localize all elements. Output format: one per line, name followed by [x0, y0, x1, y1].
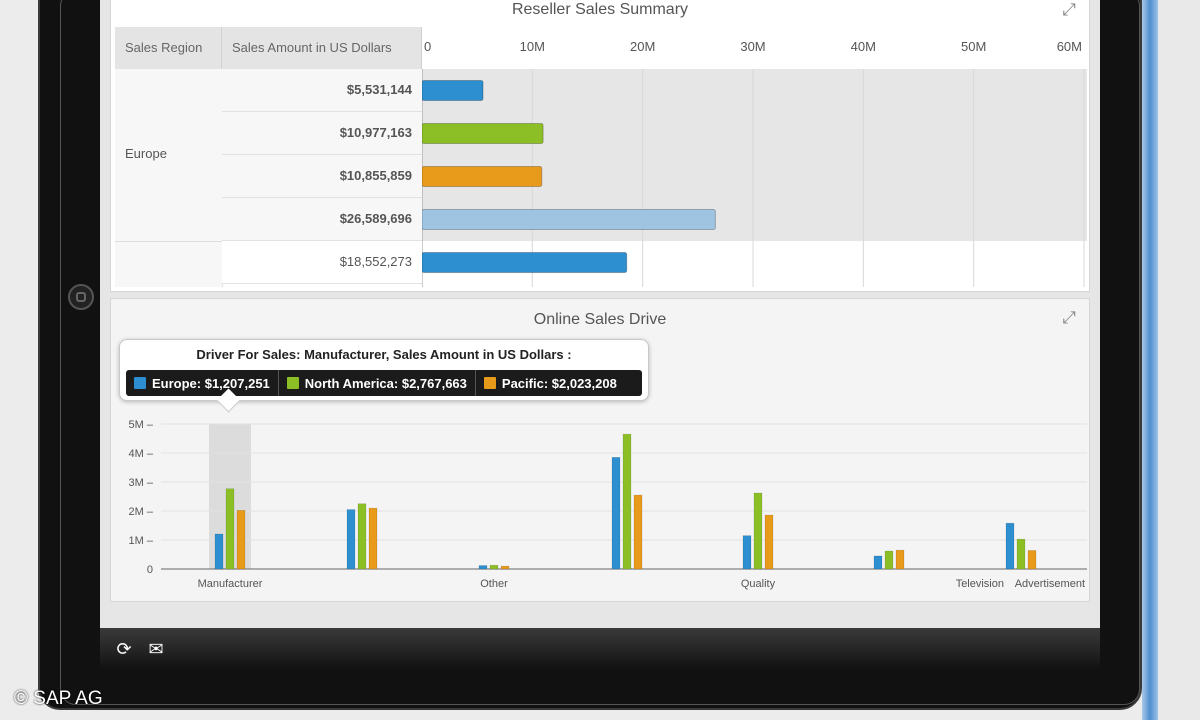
- bar: [895, 549, 905, 570]
- y-tick-label: 0: [147, 564, 153, 576]
- x-tick-label: 0: [424, 39, 431, 54]
- tooltip-values-bar: Europe: $1,207,251 North America: $2,767…: [126, 370, 642, 396]
- y-tick-label: 4M –: [129, 448, 154, 460]
- x-tick-label: 60M: [1057, 39, 1082, 54]
- bar: [500, 565, 510, 570]
- home-button[interactable]: [68, 284, 94, 310]
- mail-icon[interactable]: ✉: [144, 637, 168, 661]
- reseller-sales-panel: Reseller Sales Summary ⤢ Sales Region Sa…: [110, 0, 1090, 292]
- copyright-label: © SAP AG: [14, 688, 103, 709]
- amount-cell: $5,531,144: [222, 69, 422, 112]
- x-tick-label: 40M: [851, 39, 876, 54]
- x-tick-label: 10M: [520, 39, 545, 54]
- background-strip: [1154, 0, 1200, 720]
- x-tick-label: Television: [956, 578, 1004, 590]
- bar: [214, 533, 224, 570]
- bar: [368, 507, 378, 570]
- bar: [489, 564, 499, 570]
- bar: [346, 509, 356, 570]
- online-panel-title: Online Sales Drive: [533, 311, 667, 328]
- bar: [422, 80, 484, 101]
- bar: [622, 433, 632, 570]
- bar: [1016, 538, 1026, 570]
- tooltip-item-europe: Europe: $1,207,251: [126, 370, 279, 396]
- amount-cell: $10,977,163: [222, 112, 422, 155]
- expand-icon[interactable]: ⤢: [1059, 308, 1079, 328]
- bar: [764, 514, 774, 570]
- amount-cell: $18,552,273: [222, 241, 422, 284]
- bar: [225, 488, 235, 570]
- bar: [422, 209, 716, 230]
- header-sales-amount[interactable]: Sales Amount in US Dollars: [222, 27, 422, 69]
- tooltip-item-north-america: North America: $2,767,663: [279, 370, 476, 396]
- amount-column: $5,531,144 $10,977,163 $10,855,859 $26,5…: [222, 69, 422, 287]
- bar: [633, 494, 643, 570]
- bar: [357, 503, 367, 570]
- bar: [422, 166, 543, 187]
- region-column: Europe: [115, 69, 223, 287]
- bar: [478, 565, 488, 570]
- legend-swatch: [483, 377, 496, 389]
- legend-swatch: [134, 377, 146, 389]
- x-tick-label: Other: [480, 578, 508, 590]
- chart-tooltip: Driver For Sales: Manufacturer, Sales Am…: [119, 339, 649, 401]
- bar: [873, 555, 883, 570]
- x-tick-label: 30M: [740, 39, 765, 54]
- bar: [1005, 522, 1015, 570]
- app-screen: Reseller Sales Summary ⤢ Sales Region Sa…: [100, 0, 1100, 670]
- legend-swatch: [286, 377, 299, 389]
- x-tick-label: Manufacturer: [198, 578, 263, 590]
- region-europe-label: Europe: [125, 146, 167, 161]
- bar: [1027, 550, 1037, 570]
- amount-cell: $10,855,859: [222, 155, 422, 198]
- bar: [422, 123, 544, 144]
- x-tick-label: 20M: [630, 39, 655, 54]
- tooltip-title: Driver For Sales: Manufacturer, Sales Am…: [196, 347, 572, 362]
- x-tick-label: Advertisement: [1015, 578, 1085, 590]
- y-tick-label: 3M –: [129, 477, 154, 489]
- bar: [422, 252, 628, 273]
- tooltip-item-label: Pacific: $2,023,208: [501, 375, 617, 391]
- x-tick-label: 50M: [961, 39, 986, 54]
- tooltip-item-pacific: Pacific: $2,023,208: [476, 370, 625, 396]
- bottom-toolbar: ⟳ ✉: [100, 628, 1100, 670]
- bar: [753, 492, 763, 570]
- y-tick-label: 1M –: [129, 535, 154, 547]
- reseller-panel-title: Reseller Sales Summary: [511, 1, 689, 18]
- reseller-bar-chart: 0 10M 20M 30M 40M 50M 60M: [422, 39, 1087, 287]
- tooltip-item-label: Europe: $1,207,251: [152, 375, 270, 391]
- y-tick-label: 5M –: [129, 419, 154, 431]
- bar: [884, 550, 894, 570]
- header-sales-region[interactable]: Sales Region: [115, 27, 222, 69]
- bar: [611, 457, 621, 570]
- online-sales-panel: 0 1M – 2M – 3M – 4M – 5M – Manufacturer Other Qu…: [110, 298, 1090, 602]
- bar: [742, 535, 752, 570]
- y-tick-label: 2M –: [129, 506, 154, 518]
- region-separator: [115, 241, 222, 242]
- x-tick-label: Quality: [741, 578, 776, 590]
- amount-cell: $26,589,696: [222, 198, 422, 241]
- tooltip-item-label: North America: $2,767,663: [304, 375, 467, 391]
- bar: [236, 510, 246, 570]
- scrollbar-track[interactable]: [1142, 0, 1158, 720]
- refresh-icon[interactable]: ⟳: [112, 637, 136, 661]
- expand-icon[interactable]: ⤢: [1059, 0, 1079, 20]
